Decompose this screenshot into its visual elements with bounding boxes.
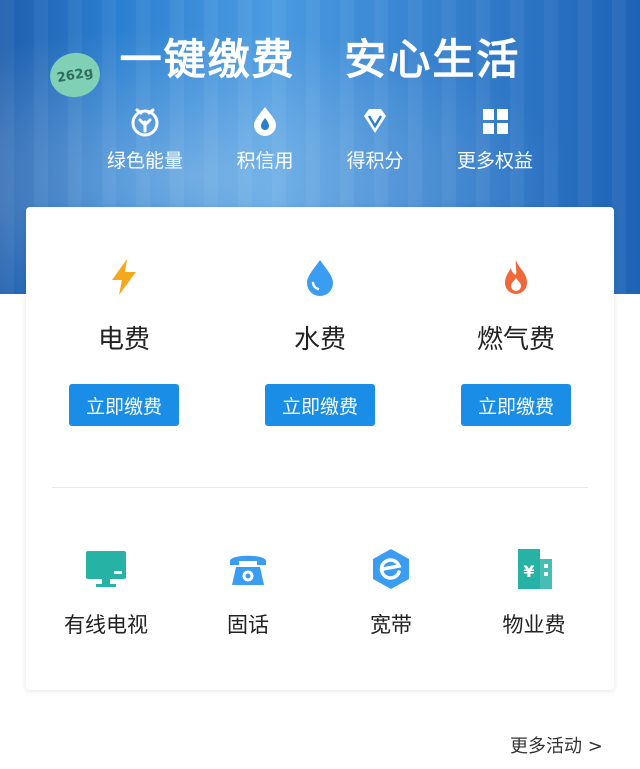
benefit-label: 更多权益: [456, 150, 533, 172]
service-landline[interactable]: 固话: [178, 547, 318, 639]
utility-name: 水费: [293, 325, 346, 355]
service-cable-tv[interactable]: 有线电视: [36, 547, 176, 639]
service-name: 物业费: [502, 613, 566, 637]
section-divider: [52, 487, 588, 488]
flame-icon: [505, 260, 527, 294]
utility-name: 燃气费: [476, 325, 555, 355]
utility-water[interactable]: 水费 立即缴费: [245, 257, 395, 426]
service-name: 宽带: [370, 613, 412, 637]
benefits-row: 绿色能量 积信用 得积分 更多权益: [0, 104, 640, 184]
utility-electricity[interactable]: 电费 立即缴费: [49, 257, 199, 426]
service-property-fee[interactable]: ¥ 物业费: [464, 547, 604, 639]
credit-drop-icon: [254, 107, 276, 136]
pay-water-button[interactable]: 立即缴费: [265, 384, 375, 426]
pay-gas-button[interactable]: 立即缴费: [461, 384, 571, 426]
benefit-label: 绿色能量: [106, 150, 183, 172]
service-name: 固话: [227, 613, 269, 637]
benefit-points[interactable]: 得积分: [310, 104, 440, 173]
banner-headline: 一键缴费 安心生活: [0, 26, 640, 87]
benefit-green-energy[interactable]: 绿色能量: [80, 104, 210, 173]
svg-text:¥: ¥: [523, 562, 534, 581]
payment-card: 电费 立即缴费 水费 立即缴费 燃气费 立即缴费 有线电视 固话 宽带 ¥ 物业…: [26, 207, 614, 690]
benefit-more[interactable]: 更多权益: [430, 104, 560, 173]
benefit-label: 积信用: [236, 150, 294, 172]
tv-icon: [86, 551, 126, 587]
utility-gas[interactable]: 燃气费 立即缴费: [441, 257, 591, 426]
building-icon: ¥: [518, 549, 552, 589]
headline-right: 安心生活: [344, 35, 521, 84]
diamond-icon: [364, 109, 386, 133]
headline-left: 一键缴费: [119, 35, 296, 84]
utility-name: 电费: [97, 325, 150, 355]
grid-icon: [483, 109, 508, 134]
service-name: 有线电视: [64, 613, 148, 637]
more-activities-link[interactable]: 更多活动 >: [510, 732, 603, 758]
benefit-label: 得积分: [346, 150, 404, 172]
leaf-icon: [131, 108, 159, 137]
water-drop-icon: [307, 260, 333, 296]
service-broadband[interactable]: 宽带: [321, 547, 461, 639]
broadband-icon: [373, 549, 409, 589]
telephone-icon: [230, 555, 266, 585]
pay-electricity-button[interactable]: 立即缴费: [69, 384, 179, 426]
lightning-icon: [112, 259, 136, 295]
